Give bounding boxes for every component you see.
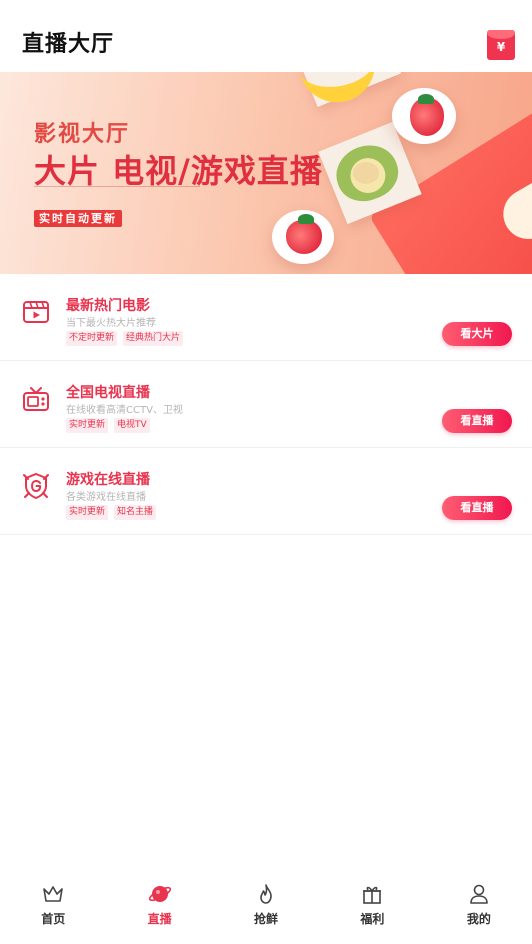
promo-banner[interactable]: 影视大厅 大片 电视/游戏直播 实时自动更新 [0, 72, 532, 274]
watch-movies-button[interactable]: 看大片 [442, 322, 512, 346]
live-category-list: 最新热门电影 当下最火热大片推荐 不定时更新 经典热门大片 看大片 全国电视直播… [0, 274, 532, 535]
item-title: 最新热门电影 [66, 298, 150, 314]
banner-tag: 实时自动更新 [34, 210, 122, 227]
tab-welfare[interactable]: 福利 [319, 872, 425, 944]
watch-game-live-button[interactable]: 看直播 [442, 496, 512, 520]
tab-fresh[interactable]: 抢鲜 [213, 872, 319, 944]
banner-divider [34, 186, 200, 187]
item-tag: 知名主播 [114, 505, 157, 520]
tab-live[interactable]: 直播 [106, 872, 212, 944]
banner-strawberry-graphic [286, 220, 322, 254]
list-item-tv[interactable]: 全国电视直播 在线收看高清CCTV、卫视 实时更新 电视TV 看直播 [0, 361, 532, 448]
flame-icon [260, 884, 272, 904]
top-bar: 直播大厅 ¥ [0, 0, 532, 72]
banner-title: 影视大厅 [34, 122, 131, 147]
item-description: 当下最火热大片推荐 [66, 318, 156, 329]
list-item-games[interactable]: 游戏在线直播 各类游戏在线直播 实时更新 知名主播 看直播 [0, 448, 532, 535]
banner-leaf-graphic [418, 94, 434, 104]
tab-label: 我的 [466, 912, 491, 926]
page-title: 直播大厅 [22, 32, 115, 57]
user-icon [470, 884, 488, 904]
planet-icon [148, 886, 171, 902]
gift-icon [363, 886, 382, 904]
crown-icon [43, 886, 64, 902]
bottom-nav: 首页 直播 抢鲜 福利 我的 [0, 872, 532, 944]
red-envelope-symbol: ¥ [496, 40, 506, 54]
item-tag: 实时更新 [66, 418, 109, 433]
tab-label: 直播 [147, 912, 172, 926]
item-title: 全国电视直播 [66, 385, 150, 401]
red-envelope-flap [487, 30, 515, 39]
tab-mine[interactable]: 我的 [426, 872, 532, 944]
game-badge-icon [23, 472, 49, 500]
item-tag: 不定时更新 [66, 331, 118, 346]
banner-leaf-graphic [298, 214, 314, 224]
film-icon [23, 301, 49, 323]
item-tags: 实时更新 电视TV [66, 418, 150, 433]
item-tag: 经典热门大片 [123, 331, 184, 346]
tab-home[interactable]: 首页 [0, 872, 106, 944]
item-description: 在线收看高清CCTV、卫视 [66, 405, 183, 416]
item-title: 游戏在线直播 [66, 472, 150, 488]
tv-icon [23, 387, 49, 411]
item-tag: 实时更新 [66, 505, 109, 520]
banner-avocado-seed [353, 162, 379, 184]
item-tags: 实时更新 知名主播 [66, 505, 157, 520]
list-item-movies[interactable]: 最新热门电影 当下最火热大片推荐 不定时更新 经典热门大片 看大片 [0, 274, 532, 361]
item-description: 各类游戏在线直播 [66, 492, 146, 503]
tab-label: 首页 [41, 912, 66, 926]
item-tag: 电视TV [114, 418, 150, 433]
item-tags: 不定时更新 经典热门大片 [66, 331, 184, 346]
tab-label: 福利 [360, 912, 385, 926]
red-envelope-icon[interactable]: ¥ [487, 30, 515, 60]
banner-banana-graphic [299, 72, 381, 109]
watch-tv-live-button[interactable]: 看直播 [442, 409, 512, 433]
tab-label: 抢鲜 [254, 912, 279, 926]
